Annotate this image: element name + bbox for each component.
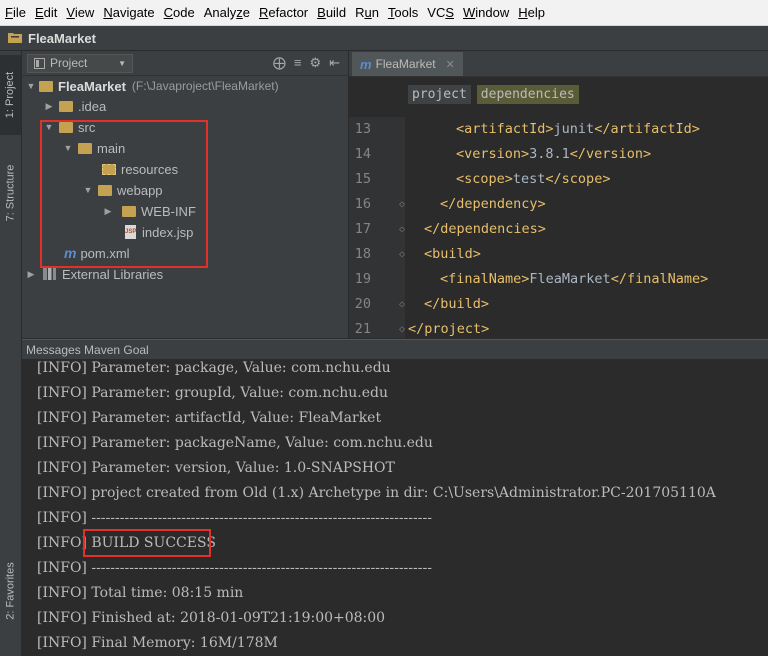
folder-icon [39, 80, 53, 92]
fold-marker-icon[interactable]: ◇ [399, 242, 405, 267]
code-text: </build> [424, 296, 490, 312]
console-line: [INFO] Parameter: version, Value: 1.0-SN… [37, 460, 395, 476]
code-text: </dependencies> [424, 221, 546, 237]
menu-build[interactable]: Build [312, 5, 350, 20]
menu-edit[interactable]: Edit [30, 5, 61, 20]
fold-marker-icon[interactable]: ◇ [399, 192, 405, 217]
collapse-all-icon[interactable]: ≡ [294, 55, 302, 71]
locate-icon[interactable]: ⨁ [273, 55, 286, 71]
console-line: [INFO] Parameter: groupId, Value: com.nc… [37, 385, 389, 401]
menu-file[interactable]: File [0, 5, 30, 20]
gear-icon[interactable]: ⚙ [309, 55, 321, 71]
editor-tab-label: FleaMarket [375, 57, 436, 71]
breadcrumb-item-dependencies[interactable]: dependencies [476, 84, 579, 104]
folder-icon [59, 100, 73, 112]
project-view-dropdown[interactable]: Project ▼ [27, 53, 133, 73]
favorites-tool-tab-label: 2: Favorites [4, 562, 17, 620]
line-number: 19 [354, 271, 371, 287]
messages-panel-header: Messages Maven Goal [22, 339, 768, 359]
menu-code[interactable]: Code [159, 5, 199, 20]
menu-bar: File Edit View Navigate Code Analyze Refactor B… [0, 0, 768, 26]
editor-tab-bar: m FleaMarket ✕ [349, 51, 768, 77]
code-text: <artifactId>junit</artifactId> [456, 121, 700, 137]
expanded-arrow-icon: ▼ [26, 81, 36, 91]
console-output: [INFO] Final Memory: 16M/178M [INFO] Fini… [22, 359, 768, 656]
nav-project-name[interactable]: FleaMarket [28, 31, 96, 46]
code-line[interactable]: 14 <version>3.8.1</version> [349, 142, 768, 167]
console-line: [INFO] Parameter: artifactId, Value: Fle… [37, 410, 382, 426]
breadcrumb-item-project[interactable]: project [408, 84, 471, 104]
collapsed-arrow-icon: ▶ [45, 100, 53, 111]
menu-tools[interactable]: Tools [383, 5, 422, 20]
menu-help[interactable]: Help [513, 5, 549, 20]
code-line[interactable]: 15 <scope>test</scope> [349, 167, 768, 192]
tree-node-label: FleaMarket [58, 78, 126, 94]
project-panel-header: Project ▼ ⨁ ≡ ⚙ ⇤ [22, 51, 348, 76]
code-line[interactable]: 20 ◇ </build> [349, 292, 768, 317]
menu-view[interactable]: View [61, 5, 98, 20]
code-text: <build> [424, 246, 481, 262]
favorites-tool-tab[interactable]: 2: Favorites [0, 546, 21, 636]
left-tool-strip: 1: Project 7: Structure 2: Favorites [0, 51, 22, 656]
highlight-box-build-success [83, 529, 211, 557]
libraries-icon [43, 268, 56, 280]
tree-node-fleamarket[interactable]: ▼ FleaMarket (F:\Javaproject\FleaMarket) [25, 76, 279, 96]
menu-run[interactable]: Run [350, 5, 383, 20]
tree-node-label: External Libraries [62, 266, 164, 282]
tree-node-path: (F:\Javaproject\FleaMarket) [131, 79, 279, 93]
console-line: [INFO] Total time: 08:15 min [37, 585, 244, 601]
tree-node-idea[interactable]: ▶ .idea [43, 96, 107, 116]
line-number: 15 [354, 171, 371, 187]
line-number: 13 [354, 121, 371, 137]
code-line[interactable]: 13 <artifactId>junit</artifactId> [349, 117, 768, 142]
console-line: [INFO] ---------------------------------… [37, 510, 432, 526]
code-line[interactable]: 19 <finalName>FleaMarket</finalName> [349, 267, 768, 292]
structure-tool-tab[interactable]: 7: Structure [0, 143, 21, 243]
menu-vcs[interactable]: VCS [422, 5, 458, 20]
navigation-bar: FleaMarket [0, 26, 768, 51]
close-icon[interactable]: ✕ [446, 58, 455, 71]
menu-refactor[interactable]: Refactor [254, 5, 312, 20]
code-line[interactable]: 16 ◇ </dependency> [349, 192, 768, 217]
line-number: 16 [354, 196, 371, 212]
project-tool-tab[interactable]: 1: Project [0, 55, 21, 135]
structure-tool-tab-label: 7: Structure [4, 164, 17, 222]
hide-icon[interactable]: ⇤ [329, 55, 340, 71]
console-line: [INFO] Final Memory: 16M/178M [37, 635, 278, 651]
code-text: <scope>test</scope> [456, 171, 611, 187]
collapsed-arrow-icon: ▶ [27, 268, 35, 279]
project-view-icon [34, 57, 45, 69]
console-line: [INFO] Parameter: package, Value: com.nc… [37, 360, 391, 376]
code-text: <finalName>FleaMarket</finalName> [440, 271, 709, 287]
messages-panel-title: Messages Maven Goal [26, 342, 149, 357]
line-number: 14 [354, 146, 371, 162]
chevron-down-icon: ▼ [118, 58, 126, 68]
tree-node-label: .idea [78, 98, 107, 114]
code-line[interactable]: 17 ◇ </dependencies> [349, 217, 768, 242]
menu-window[interactable]: Window [458, 5, 513, 20]
maven-file-icon: m [360, 56, 372, 72]
breadcrumb: project dependencies [349, 77, 768, 111]
console-line: [INFO] Parameter: packageName, Value: co… [37, 435, 433, 451]
editor-tab-fleamarket[interactable]: m FleaMarket ✕ [352, 52, 463, 76]
console-line: [INFO] Finished at: 2018-01-09T21:19:00+… [37, 610, 386, 626]
fold-marker-icon[interactable]: ◇ [399, 292, 405, 317]
project-tool-tab-label: 1: Project [4, 71, 17, 119]
editor-panel: m FleaMarket ✕ project dependencies 13 <a… [349, 51, 768, 338]
code-line[interactable]: 18 ◇ <build> [349, 242, 768, 267]
console-line: [INFO] project created from Old (1.x) Ar… [37, 485, 716, 501]
folder-icon [8, 31, 22, 46]
highlight-box-tree [40, 120, 208, 268]
line-number: 18 [354, 246, 371, 262]
console-line: [INFO] ---------------------------------… [37, 560, 432, 576]
menu-navigate[interactable]: Navigate [98, 5, 158, 20]
fold-marker-icon[interactable]: ◇ [399, 217, 405, 242]
code-text: </dependency> [440, 196, 546, 212]
code-text: <version>3.8.1</version> [456, 146, 652, 162]
project-view-label: Project [50, 56, 88, 70]
project-panel: Project ▼ ⨁ ≡ ⚙ ⇤ ▼ FleaMarket (F:\Javap… [22, 51, 349, 338]
line-number: 17 [354, 221, 371, 237]
menu-analyze[interactable]: Analyze [199, 5, 254, 20]
line-number: 20 [354, 296, 371, 312]
